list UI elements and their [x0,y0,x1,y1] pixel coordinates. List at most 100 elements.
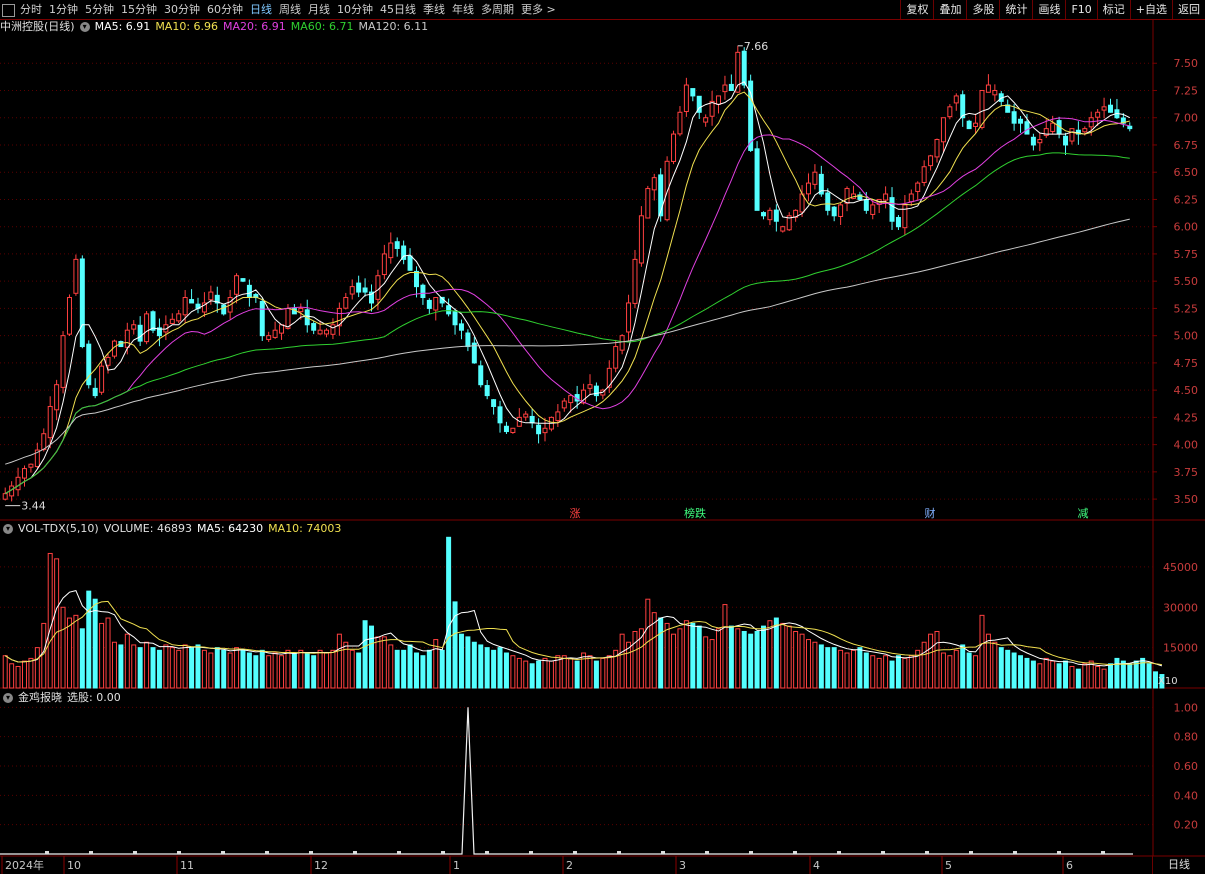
volume-bar [503,652,509,689]
volume-bar [92,598,98,689]
volume-bar [1082,663,1088,689]
volume-bar [47,552,53,689]
signal-dot [441,851,445,854]
sub-tick-label: 0.40 [1174,789,1199,802]
sub-tick-label: 0.20 [1174,819,1199,832]
signal-dot [969,851,973,854]
volume-bar [863,652,869,689]
volume-bar [34,647,40,689]
candle-body [381,253,387,276]
price-tick-label: 5.75 [1174,248,1199,261]
candle-body [246,284,252,299]
candle-body [645,188,651,219]
period-label-bottom[interactable]: 日线 [1152,856,1205,874]
candle-body [626,302,632,333]
price-tick-label: 3.75 [1174,466,1199,479]
volume-bar [844,652,850,689]
volume-bar [876,657,882,689]
candle-body [426,299,432,309]
candle-body [66,297,72,335]
volume-bar [394,649,400,689]
candle-body [144,313,150,343]
volume-bar [60,606,66,689]
volume-bar [41,622,47,689]
volume-bar [1037,663,1043,689]
candle-body [902,204,908,229]
signal-dot [573,851,577,854]
volume-bar [311,655,317,689]
candle-body [407,255,413,271]
volume-bar [581,652,587,689]
candle-body [324,329,330,335]
price-tick-label: 7.25 [1174,84,1199,97]
volume-bar [953,649,959,689]
volume-bar [1108,663,1114,689]
volume-bar [266,655,272,689]
candle-body [883,193,889,201]
volume-bar [934,630,940,689]
volume-bar [703,636,709,689]
candle-body [889,197,895,222]
candle-body [716,95,722,105]
volume-bar [741,630,747,689]
candle-body [343,297,349,309]
chart-canvas[interactable]: 3.50 3.75 4.00 4.25 4.50 4.75 5.00 5.25 5.50 5.75… [0,0,1205,874]
volume-bar [973,655,979,689]
volume-bar [587,655,593,689]
candle-body [741,50,747,86]
volume-bar [728,625,734,689]
candle-body [863,199,869,211]
volume-bar [105,617,111,689]
price-tick-label: 6.75 [1174,139,1199,152]
volume-bar [381,636,387,689]
candle-body [709,100,715,117]
volume-bar [369,625,374,689]
price-tick-label: 5.25 [1174,302,1199,315]
x-tick-label: 5 [945,859,952,872]
volume-bar [195,644,201,689]
candle-body [542,427,548,434]
vol-unit-label: X10 [1158,676,1178,687]
volume-bar [677,628,683,689]
volume-bar [201,649,207,689]
candle-body [928,155,934,167]
volume-bar [793,630,799,689]
candle-body [413,270,419,288]
candle-body [805,182,811,195]
signal-dot [1057,851,1061,854]
volume-bar [169,647,175,689]
volume-bar [21,660,27,689]
volume-bar [1030,660,1036,689]
volume-bar [786,625,792,689]
volume-bar [401,649,407,689]
volume-bar [446,536,452,689]
volume-bar [156,649,162,689]
volume-bar [947,655,953,689]
volume-bar [696,625,702,689]
price-tick-label: 4.25 [1174,411,1199,424]
candle-body [561,400,567,409]
candle-body [722,84,728,93]
volume-bar [761,625,766,689]
volume-bar [606,655,612,689]
candle-body [317,329,323,335]
candle-body [895,216,901,228]
volume-bar [664,622,670,689]
candle-body [491,399,497,407]
x-tick-label: 6 [1066,859,1073,872]
volume-bar [9,663,15,689]
volume-bar [870,655,876,689]
price-tick-label: 5.50 [1174,275,1199,288]
volume-bar [1114,657,1120,689]
volume-bar [645,598,651,689]
candle-body [99,365,105,393]
candle-body [1127,125,1133,130]
signal-dot [837,851,841,854]
line-ma120 [5,218,1130,465]
volume-bar [439,649,445,689]
volume-bar [902,657,908,689]
volume-bar [998,647,1004,689]
x-tick-label: 3 [679,859,686,872]
volume-bar [1043,657,1049,689]
volume-bar [336,633,342,689]
